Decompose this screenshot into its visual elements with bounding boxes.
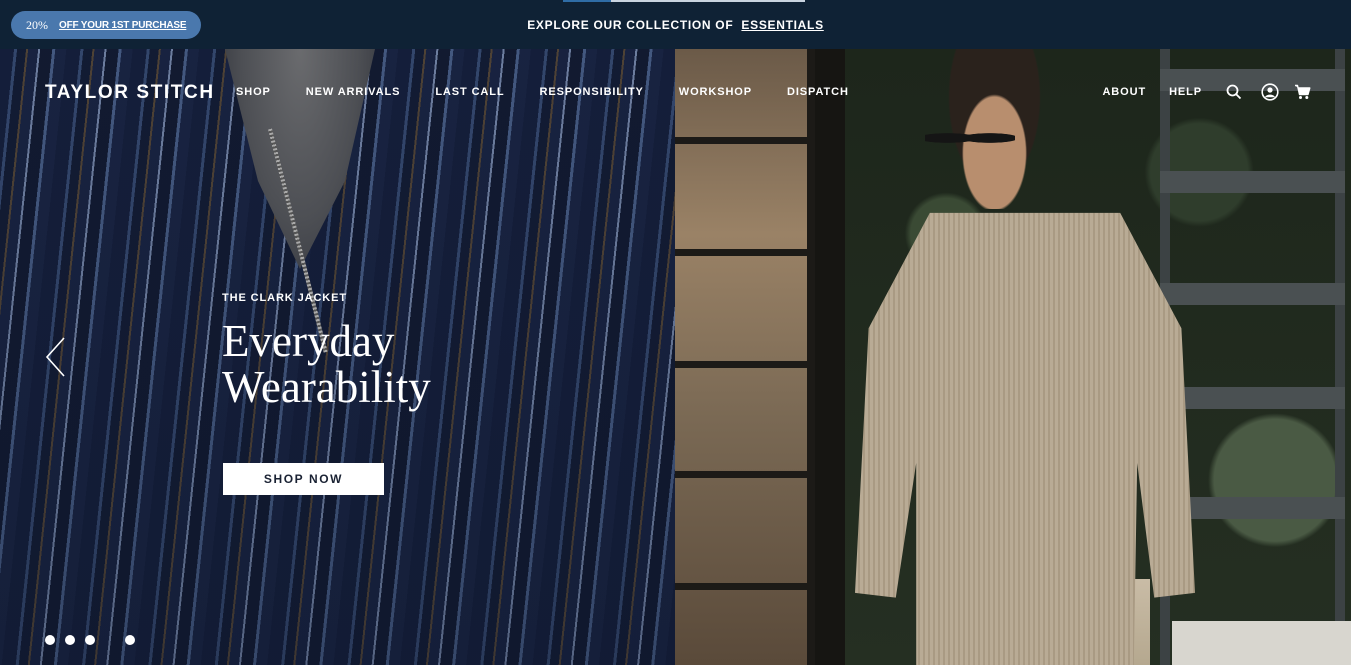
promo-message: EXPLORE OUR COLLECTION OF ESSENTIALS: [527, 18, 824, 32]
nav-link-dispatch[interactable]: DISPATCH: [787, 86, 849, 98]
discount-pill[interactable]: 20% OFF YOUR 1ST PURCHASE: [11, 11, 201, 39]
nav-link-about[interactable]: ABOUT: [1102, 86, 1146, 98]
hero-carousel: [0, 49, 1351, 665]
discount-offer-link[interactable]: OFF YOUR 1ST PURCHASE: [59, 20, 187, 31]
nav-link-shop[interactable]: SHOP: [236, 86, 271, 98]
hero-eyebrow: THE CLARK JACKET: [222, 292, 348, 304]
utility-nav: ABOUT HELP: [1102, 83, 1311, 101]
hero-headline: Everyday Wearability: [222, 318, 431, 410]
carousel-dot[interactable]: [65, 635, 75, 645]
shop-now-button[interactable]: SHOP NOW: [223, 463, 384, 495]
discount-percent: 20%: [26, 17, 48, 32]
hero-headline-line-1: Everyday: [222, 316, 395, 366]
nav-link-help[interactable]: HELP: [1169, 86, 1202, 98]
carousel-dot[interactable]: [125, 635, 135, 645]
promo-progress-line: [563, 0, 805, 2]
promo-bar: 20% OFF YOUR 1ST PURCHASE EXPLORE OUR CO…: [0, 0, 1351, 49]
main-nav: TAYLOR STITCH SHOP NEW ARRIVALS LAST CAL…: [0, 49, 1351, 137]
nav-link-workshop[interactable]: WORKSHOP: [679, 86, 752, 98]
promo-message-text: EXPLORE OUR COLLECTION OF: [527, 17, 734, 32]
carousel-pagination: [45, 635, 145, 645]
nav-link-responsibility[interactable]: RESPONSIBILITY: [540, 86, 644, 98]
carousel-prev-arrow-icon[interactable]: [44, 336, 68, 378]
nav-link-new-arrivals[interactable]: NEW ARRIVALS: [306, 86, 401, 98]
cart-icon[interactable]: [1293, 83, 1311, 101]
carousel-dot[interactable]: [45, 635, 55, 645]
search-icon[interactable]: [1225, 83, 1243, 101]
account-icon[interactable]: [1261, 83, 1279, 101]
essentials-link[interactable]: ESSENTIALS: [741, 18, 823, 32]
carousel-dot[interactable]: [85, 635, 95, 645]
brand-logo[interactable]: TAYLOR STITCH: [45, 82, 215, 104]
primary-nav-links: SHOP NEW ARRIVALS LAST CALL RESPONSIBILI…: [236, 86, 884, 98]
hero-image-model: [675, 49, 1351, 665]
hero-headline-line-2: Wearability: [222, 362, 431, 412]
nav-link-last-call[interactable]: LAST CALL: [435, 86, 504, 98]
